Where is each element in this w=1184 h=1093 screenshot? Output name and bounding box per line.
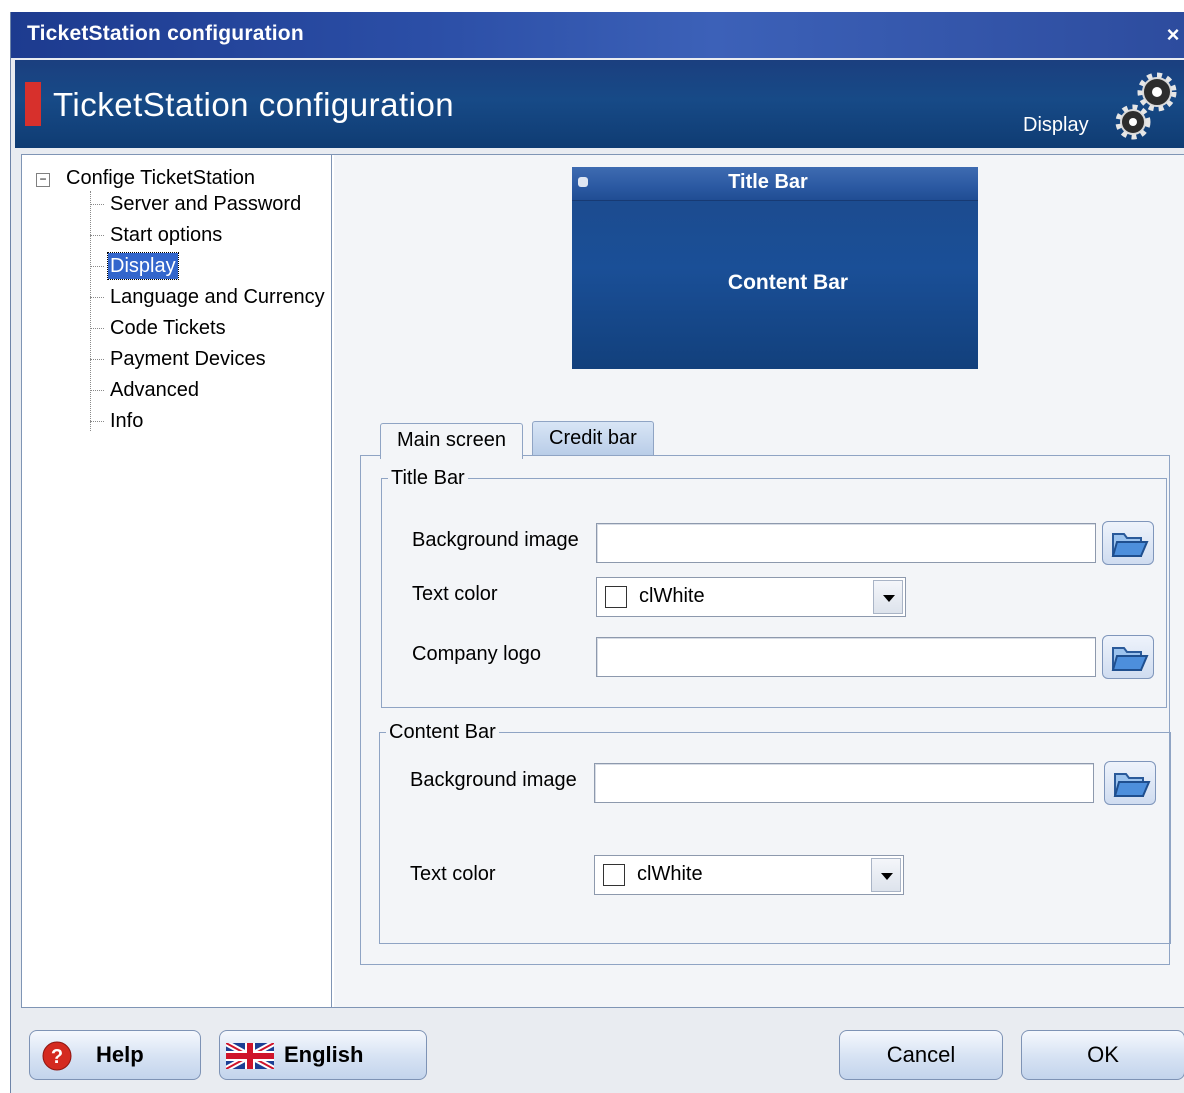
content-text-color-select[interactable]: clWhite [594, 855, 904, 895]
preview-content-text: Content Bar [727, 271, 849, 294]
content-panel: − Confige TicketStation Server and Passw… [21, 154, 1184, 1008]
collapse-icon[interactable]: − [36, 173, 50, 187]
title-text-color-select[interactable]: clWhite [596, 577, 906, 617]
title-bg-image-browse-button[interactable] [1102, 521, 1154, 565]
section-label: Display [1023, 114, 1089, 136]
tree-item-label: Display [107, 252, 179, 280]
header-marker [25, 82, 41, 126]
svg-text:?: ? [51, 1046, 63, 1068]
title-bar-group-legend: Title Bar [388, 466, 468, 490]
open-folder-icon [1111, 647, 1149, 671]
open-folder-icon [1113, 773, 1151, 797]
tree-item-label: Start options [110, 224, 223, 246]
preview-title-text: Title Bar [728, 171, 808, 193]
display-preview: Title Bar Content Bar [572, 167, 978, 369]
content-bg-image-label: Background image [410, 769, 577, 791]
ok-button-label: OK [1087, 1042, 1119, 1067]
content-bar-group: Content Bar Background image Text color … [379, 720, 1171, 944]
content-text-color-value: clWhite [637, 863, 703, 885]
content-bg-image-browse-button[interactable] [1104, 761, 1156, 805]
content-text-color-label: Text color [410, 863, 496, 885]
footer-bar: ? Help English Cancel OK [11, 1010, 1184, 1093]
tree-item-label: Payment Devices [110, 348, 266, 370]
content-bar-group-legend: Content Bar [386, 720, 499, 744]
tab-page-main-screen: Title Bar Background image Text color cl… [360, 455, 1171, 965]
ok-button[interactable]: OK [1021, 1030, 1184, 1080]
tree-item-label: Server and Password [110, 193, 302, 215]
cancel-button-label: Cancel [886, 1042, 956, 1067]
settings-pane: Title Bar Content Bar Main screen Credit… [334, 155, 1184, 1007]
window-title: TicketStation configuration [27, 22, 304, 45]
tree-item-label: Language and Currency [110, 286, 325, 308]
language-button[interactable]: English [219, 1030, 427, 1080]
uk-flag-icon [226, 1043, 274, 1069]
tree-item-label: Info [110, 410, 144, 432]
title-bar-group: Title Bar Background image Text color cl… [381, 466, 1167, 708]
color-swatch [603, 864, 625, 886]
help-button[interactable]: ? Help [29, 1030, 201, 1080]
config-window: TicketStation configuration × TicketStat… [10, 12, 1184, 1093]
cancel-button[interactable]: Cancel [839, 1030, 1003, 1080]
title-bg-image-label: Background image [412, 529, 579, 551]
tab-credit-bar[interactable]: Credit bar [532, 421, 654, 455]
tree-line [90, 191, 91, 431]
header-band: TicketStation configuration Display [15, 60, 1184, 148]
title-text-color-value: clWhite [639, 585, 705, 607]
tree-item-label: Advanced [110, 379, 199, 401]
title-bg-image-input[interactable] [596, 523, 1096, 563]
gears-icon [1115, 72, 1177, 140]
content-bg-image-input[interactable] [594, 763, 1094, 803]
chevron-down-icon[interactable] [871, 858, 901, 892]
company-logo-input[interactable] [596, 637, 1096, 677]
help-icon: ? [42, 1041, 72, 1071]
help-button-label: Help [96, 1042, 144, 1067]
page-title: TicketStation configuration [53, 86, 455, 123]
settings-tree: − Confige TicketStation Server and Passw… [22, 155, 332, 1007]
chevron-down-icon[interactable] [873, 580, 903, 614]
preview-title-bar: Title Bar [572, 167, 978, 201]
title-text-color-label: Text color [412, 583, 498, 605]
color-swatch [605, 586, 627, 608]
company-logo-label: Company logo [412, 643, 541, 665]
open-folder-icon [1111, 533, 1149, 557]
tab-main-screen[interactable]: Main screen [380, 423, 523, 459]
company-logo-browse-button[interactable] [1102, 635, 1154, 679]
language-button-label: English [284, 1042, 364, 1067]
window-title-bar[interactable]: TicketStation configuration × [11, 12, 1184, 58]
close-icon[interactable]: × [1161, 20, 1184, 50]
tree-root[interactable]: Confige TicketStation [66, 167, 255, 190]
tree-item-label: Code Tickets [110, 317, 226, 339]
